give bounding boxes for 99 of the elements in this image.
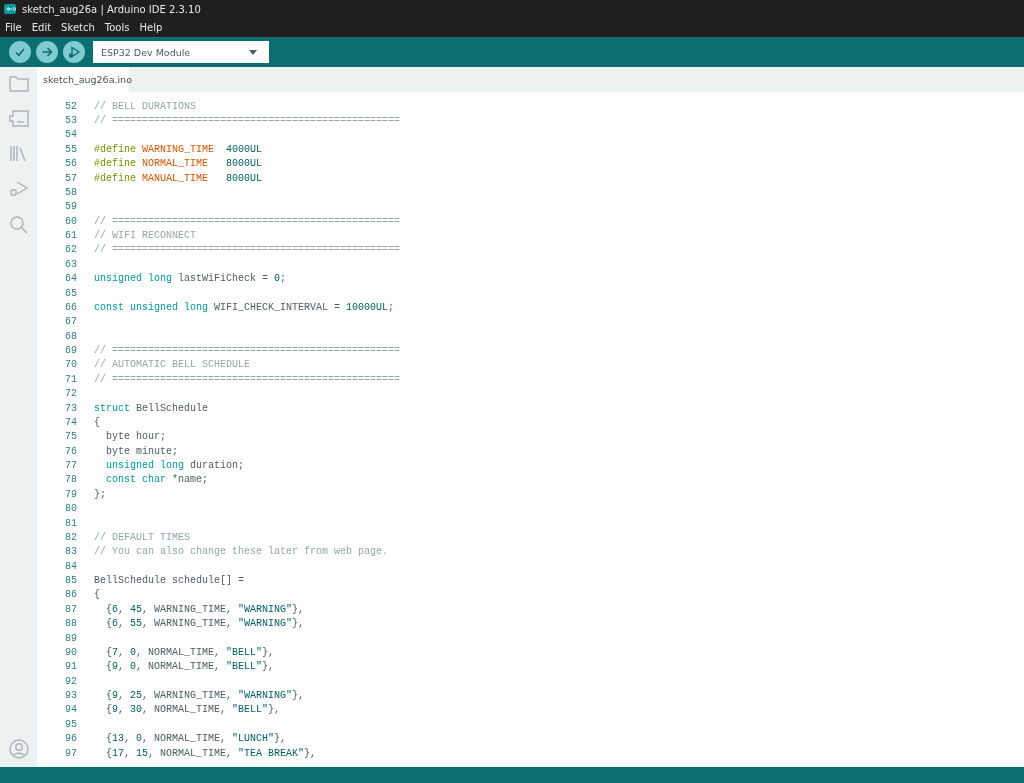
menu-item[interactable]: Tools xyxy=(104,22,130,33)
code-line: {9, 0, NORMAL_TIME, "BELL"}, xyxy=(105,661,275,673)
menu-item[interactable]: Sketch xyxy=(61,22,95,33)
code-line: BellSchedule schedule[] = xyxy=(94,575,245,587)
code-line: {17, 15, NORMAL_TIME, "TEA BREAK"}, xyxy=(105,747,317,759)
line-number: 77 xyxy=(64,460,78,472)
verify-button[interactable] xyxy=(9,41,31,63)
debug-button[interactable] xyxy=(63,41,85,63)
line-number: 96 xyxy=(64,733,78,745)
code-line: {13, 0, NORMAL_TIME, "LUNCH"}, xyxy=(105,733,287,745)
board-selector[interactable]: ESP32 Dev Module xyxy=(93,41,269,63)
line-number: 66 xyxy=(64,301,78,313)
code-line: // DEFAULT TIMES xyxy=(94,531,190,543)
library-icon[interactable] xyxy=(8,145,29,162)
line-number: 80 xyxy=(64,503,78,515)
code-line: {7, 0, NORMAL_TIME, "BELL"}, xyxy=(105,646,275,658)
line-number: 85 xyxy=(64,575,78,587)
menu-item[interactable]: File xyxy=(5,22,22,33)
line-number: 61 xyxy=(64,230,78,242)
code-line: // BELL DURATIONS xyxy=(94,100,197,112)
line-number: 53 xyxy=(64,115,78,127)
code-line: // ================================================ xyxy=(94,373,401,385)
line-number: 59 xyxy=(64,201,78,213)
line-number: 81 xyxy=(64,517,78,529)
user-icon[interactable] xyxy=(8,739,29,759)
code-line: const unsigned long WIFI_CHECK_INTERVAL = 10000UL; xyxy=(94,301,395,313)
menu-item[interactable]: Help xyxy=(139,22,163,33)
line-number: 72 xyxy=(64,388,78,400)
line-number: 84 xyxy=(64,560,78,572)
code-line: { xyxy=(94,416,100,428)
upload-button[interactable] xyxy=(36,41,58,63)
caret-icon xyxy=(249,49,257,55)
line-number: 75 xyxy=(64,431,78,443)
line-number: 91 xyxy=(64,661,78,673)
line-number: 88 xyxy=(64,618,78,630)
line-number: 86 xyxy=(64,589,78,601)
code-line: // ================================================ xyxy=(94,215,401,227)
line-number: 70 xyxy=(64,359,78,371)
code-line: }; xyxy=(94,488,106,500)
line-number: 89 xyxy=(64,632,78,644)
menu-item[interactable]: Edit xyxy=(31,22,52,33)
code-line: #define MANUAL_TIME 8000UL xyxy=(94,172,263,184)
line-number: 67 xyxy=(64,316,78,328)
code-line: // ================================================ xyxy=(94,244,401,256)
code-line: // AUTOMATIC BELL SCHEDULE xyxy=(94,359,251,371)
line-number: 78 xyxy=(64,474,78,486)
line-number: 56 xyxy=(64,158,78,170)
code-line: unsigned long duration; xyxy=(105,460,245,472)
code-line: #define WARNING_TIME 4000UL xyxy=(94,143,263,155)
line-number: 68 xyxy=(64,330,78,342)
line-number: 97 xyxy=(64,747,78,759)
line-number: 93 xyxy=(64,690,78,702)
code-line: // WIFI RECONNECT xyxy=(94,230,197,242)
code-line: #define NORMAL_TIME 8000UL xyxy=(94,158,263,170)
code-line: struct BellSchedule xyxy=(94,402,209,414)
code-line: byte minute; xyxy=(105,445,178,457)
line-number: 74 xyxy=(64,416,78,428)
line-number: 79 xyxy=(64,488,78,500)
board-icon[interactable] xyxy=(8,110,29,127)
window-title: sketch_aug26a | Arduino IDE 2.3.10 xyxy=(22,3,201,15)
arrow-right-icon xyxy=(41,46,53,58)
debug-icon xyxy=(67,45,81,59)
line-number: 55 xyxy=(64,143,78,155)
line-number: 87 xyxy=(64,603,78,615)
code-line: {9, 30, NORMAL_TIME, "BELL"}, xyxy=(105,704,281,716)
line-number: 92 xyxy=(64,675,78,687)
code-line: {6, 55, WARNING_TIME, "WARNING"}, xyxy=(105,618,305,630)
code-line: { xyxy=(94,589,100,601)
line-number: 57 xyxy=(64,172,78,184)
debug-icon[interactable] xyxy=(8,180,29,197)
line-number: 76 xyxy=(64,445,78,457)
code-line: // ================================================ xyxy=(94,345,401,357)
line-number: 52 xyxy=(64,100,78,112)
line-number: 82 xyxy=(64,531,78,543)
line-number: 83 xyxy=(64,546,78,558)
line-number: 64 xyxy=(64,273,78,285)
line-number: 60 xyxy=(64,215,78,227)
line-number: 62 xyxy=(64,244,78,256)
code-line: byte hour; xyxy=(105,431,166,443)
search-icon[interactable] xyxy=(8,215,29,234)
line-number: 58 xyxy=(64,186,78,198)
line-number: 94 xyxy=(64,704,78,716)
code-line: // You can also change these later from web page. xyxy=(94,546,389,558)
folder-icon[interactable] xyxy=(8,75,29,92)
line-number: 71 xyxy=(64,373,78,385)
code-line: {9, 25, WARNING_TIME, "WARNING"}, xyxy=(105,690,305,702)
line-number: 63 xyxy=(64,258,78,270)
line-number: 54 xyxy=(64,129,78,141)
code-line: {6, 45, WARNING_TIME, "WARNING"}, xyxy=(105,603,305,615)
check-icon xyxy=(14,46,26,58)
code-line: // ================================================ xyxy=(94,115,401,127)
code-line: const char *name; xyxy=(105,474,209,486)
code-line: unsigned long lastWiFiCheck = 0; xyxy=(94,273,287,285)
app-logo-icon xyxy=(4,4,16,14)
line-number: 90 xyxy=(64,646,78,658)
line-number: 65 xyxy=(64,287,78,299)
line-number: 95 xyxy=(64,718,78,730)
line-number: 69 xyxy=(64,345,78,357)
line-number: 73 xyxy=(64,402,78,414)
